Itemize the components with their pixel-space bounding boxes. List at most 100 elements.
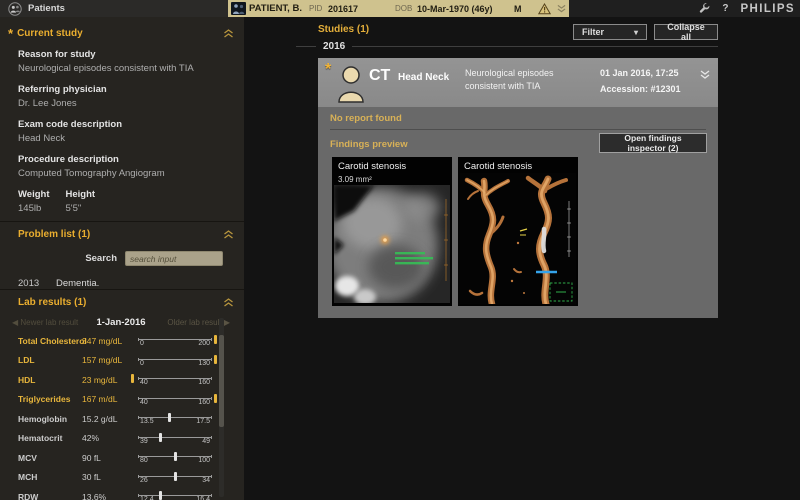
lab-range-max: 16.4 xyxy=(196,496,210,500)
study-description: Neurological episodes consistent with TI… xyxy=(465,67,593,93)
study-card-header[interactable]: * CT Head Neck Neurological episodes con… xyxy=(318,58,718,107)
scrollbar-thumb[interactable] xyxy=(219,335,224,427)
lab-value-marker xyxy=(214,394,217,403)
modality-label: CT xyxy=(369,67,390,85)
dob-value: 10-Mar-1970 (46y) xyxy=(417,0,493,17)
patient-avatar-icon xyxy=(337,63,365,108)
lab-range-min: 39 xyxy=(140,438,148,445)
help-icon[interactable]: ? xyxy=(722,3,728,14)
search-input[interactable] xyxy=(125,251,223,266)
field-value: Dr. Lee Jones xyxy=(18,98,244,109)
lab-value: 23 mg/dL xyxy=(82,375,138,385)
lab-name: Hematocrit xyxy=(18,433,82,443)
lab-name: Hemoglobin xyxy=(18,414,82,424)
lab-range-indicator: 40 160 xyxy=(138,390,218,410)
lab-range-min: 26 xyxy=(140,477,148,484)
card-collapse-icon[interactable] xyxy=(700,66,710,84)
current-study-icon: * xyxy=(8,31,13,37)
lab-result-row: Hemoglobin 15.2 g/dL 13.5 17.5 xyxy=(0,409,244,429)
patients-icon xyxy=(8,2,22,16)
dob-label: DOB xyxy=(395,0,412,17)
problem-row[interactable]: 2013 Dementia. xyxy=(0,278,244,289)
open-findings-inspector-button[interactable]: Open findings inspector (2) xyxy=(599,133,707,153)
field-value: Computed Tomography Angiogram xyxy=(18,168,244,179)
collapse-all-label: Collapse all xyxy=(661,22,711,42)
lab-range-min: 40 xyxy=(140,379,148,386)
study-field: Procedure description Computed Tomograph… xyxy=(18,154,244,179)
current-study-title: Current study xyxy=(17,28,223,39)
lab-name: RDW xyxy=(18,492,82,500)
filter-button[interactable]: Filter ▾ xyxy=(573,24,647,40)
problem-list-header[interactable]: Problem list (1) xyxy=(0,222,244,244)
field-label: Exam code description xyxy=(18,119,244,130)
collapse-all-button[interactable]: Collapse all xyxy=(654,24,718,40)
patients-tab[interactable]: Patients xyxy=(0,0,228,17)
lab-result-row: MCH 30 fL 26 34 xyxy=(0,468,244,488)
chevron-down-icon: ▾ xyxy=(634,28,638,37)
lab-range-max: 34 xyxy=(202,477,210,484)
lab-result-row: LDL 157 mg/dL 0 130 xyxy=(0,351,244,371)
lab-value: 347 mg/dL xyxy=(82,336,138,346)
search-label: Search xyxy=(85,253,117,264)
studies-title: Studies (1) xyxy=(318,24,369,35)
lab-value: 13.6% xyxy=(82,492,138,500)
no-report-text: No report found xyxy=(330,113,402,124)
topbar-actions: ? PHILIPS xyxy=(699,0,795,17)
lab-name: Total Cholesterol xyxy=(18,336,82,346)
problem-year: 2013 xyxy=(18,278,44,289)
warning-icon[interactable] xyxy=(538,0,551,17)
older-lab-link[interactable]: Older lab result ▶ xyxy=(146,318,230,327)
tools-icon[interactable] xyxy=(699,0,710,18)
lab-result-row: Hematocrit 42% 39 49 xyxy=(0,429,244,449)
newer-lab-link[interactable]: ◀ Newer lab result xyxy=(12,318,96,327)
study-accession: Accession: #12301 xyxy=(600,84,681,94)
lab-range-min: 0 xyxy=(140,360,144,367)
sidebar: * Current study Reason for study Neurolo… xyxy=(0,17,244,500)
lab-name: HDL xyxy=(18,375,82,385)
current-study-section: * Current study Reason for study Neurolo… xyxy=(0,21,244,214)
lab-range-max: 130 xyxy=(198,360,210,367)
collapse-up-icon[interactable] xyxy=(223,230,234,239)
collapse-up-icon[interactable] xyxy=(223,29,234,38)
height-value: 5'5" xyxy=(66,203,96,214)
current-study-fields: Reason for study Neurological episodes c… xyxy=(0,43,244,179)
lab-range-min: 40 xyxy=(140,399,148,406)
lab-results-header[interactable]: Lab results (1) xyxy=(0,290,244,312)
lab-value: 157 mg/dL xyxy=(82,355,138,365)
problem-name: Dementia. xyxy=(56,278,99,289)
field-value: Head Neck xyxy=(18,133,244,144)
lab-value: 167 m/dL xyxy=(82,394,138,404)
weight-label: Weight xyxy=(18,189,50,200)
lab-range-indicator: 12.4 16.4 xyxy=(138,487,218,500)
finding-thumbnail-3d-cta[interactable]: Carotid stenosis xyxy=(458,157,578,306)
lab-value-marker xyxy=(159,433,162,442)
finding-thumbnail-ct[interactable]: Carotid stenosis 3.09 mm² xyxy=(332,157,452,306)
lab-range-min: 13.5 xyxy=(140,418,154,425)
lab-range-indicator: 13.5 17.5 xyxy=(138,409,218,429)
current-study-header[interactable]: * Current study xyxy=(0,21,244,43)
patients-tab-label: Patients xyxy=(28,3,65,14)
lab-value-marker xyxy=(174,452,177,461)
lab-range-min: 0 xyxy=(140,340,144,347)
study-card: * CT Head Neck Neurological episodes con… xyxy=(318,58,718,318)
study-datetime: 01 Jan 2016, 17:25 xyxy=(600,68,679,78)
lab-range-min: 80 xyxy=(140,457,148,464)
sex-value: M xyxy=(514,0,522,17)
sidebar-scrollbar[interactable] xyxy=(219,318,224,497)
top-bar: Patients PATIENT, B. PID 201617 DOB 10-M… xyxy=(0,0,800,18)
patient-banner[interactable]: PATIENT, B. PID 201617 DOB 10-Mar-1970 (… xyxy=(228,0,569,17)
inspector-button-label: Open findings inspector (2) xyxy=(606,133,700,153)
lab-name: MCV xyxy=(18,453,82,463)
banner-collapse-icon[interactable] xyxy=(557,0,566,17)
collapse-up-icon[interactable] xyxy=(223,298,234,307)
year-label: 2016 xyxy=(323,41,345,52)
field-value: Neurological episodes consistent with TI… xyxy=(18,63,244,74)
finding-title: Carotid stenosis xyxy=(338,161,406,172)
lab-range-indicator: 0 130 xyxy=(138,351,218,371)
lab-range-max: 100 xyxy=(198,457,210,464)
pid-label: PID xyxy=(309,0,322,17)
lab-name: LDL xyxy=(18,355,82,365)
cta-3d-image xyxy=(460,173,576,304)
lab-value-marker xyxy=(214,335,217,344)
lab-range-indicator: 80 100 xyxy=(138,448,218,468)
